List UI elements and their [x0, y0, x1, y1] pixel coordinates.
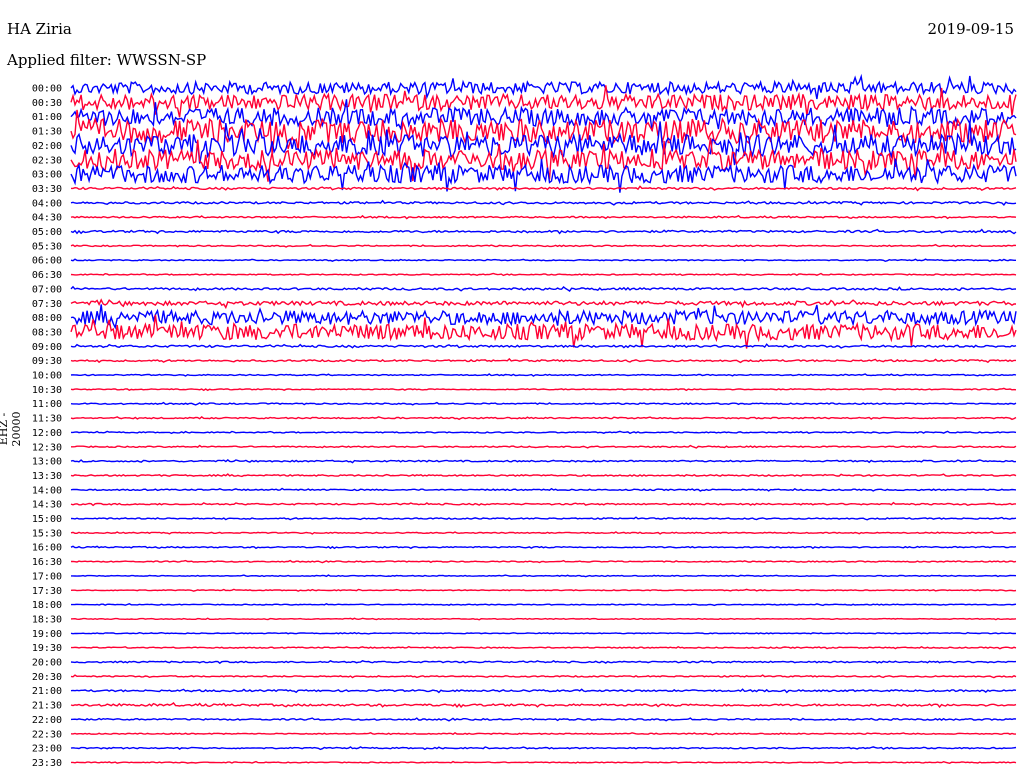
trace-1800: [71, 603, 1017, 607]
row-label: 02:00: [32, 141, 62, 152]
row-label: 09:30: [32, 356, 62, 367]
trace-0700: [70, 285, 1017, 292]
trace-1300: [70, 459, 1017, 464]
row-label: 00:00: [32, 84, 62, 95]
row-label: 11:30: [32, 414, 62, 425]
row-label: 02:30: [32, 155, 62, 166]
row-label: 16:00: [32, 543, 62, 554]
row-label: 04:00: [32, 198, 62, 209]
trace-1930: [71, 645, 1017, 650]
row-label: 14:00: [32, 485, 62, 496]
row-label: 23:00: [32, 744, 62, 755]
trace-2100: [70, 688, 1017, 694]
row-label: 18:30: [32, 614, 62, 625]
trace-1400: [70, 487, 1017, 492]
trace-1130: [70, 416, 1017, 421]
helicorder-plot: 00:00 00:30 01:00 01:30 02:00 02:30 03:00 03:30…: [32, 73, 1017, 769]
trace-1430: [70, 501, 1016, 507]
row-label: 12:30: [32, 442, 62, 453]
row-label: 04:30: [32, 213, 62, 224]
row-label: 01:00: [32, 112, 62, 123]
row-label: 18:00: [32, 600, 62, 611]
row-label: 16:30: [32, 557, 62, 568]
row-label: 03:30: [32, 184, 62, 195]
row-label: 09:00: [32, 342, 62, 353]
row-label: 11:00: [32, 399, 62, 410]
row-label: 19:30: [32, 643, 62, 654]
trace-1100: [70, 401, 1017, 406]
row-label: 05:00: [32, 227, 62, 238]
trace-0330: [71, 185, 1017, 192]
row-label: 06:00: [32, 256, 62, 267]
trace-1530: [70, 531, 1017, 535]
row-label: 23:30: [32, 758, 62, 769]
trace-1830: [70, 617, 1017, 621]
trace-0530: [70, 243, 1017, 248]
trace-1630: [70, 559, 1017, 564]
trace-2230: [70, 731, 1016, 736]
trace-2130: [70, 702, 1017, 709]
trace-2000: [70, 659, 1017, 665]
row-label: 03:00: [32, 170, 62, 181]
trace-1030: [70, 387, 1017, 392]
trace-1730: [70, 588, 1017, 592]
row-label: 13:30: [32, 471, 62, 482]
row-label: 15:00: [32, 514, 62, 525]
trace-1330: [70, 473, 1017, 478]
trace-0430: [70, 214, 1017, 220]
trace-0500: [70, 228, 1017, 235]
trace-0600: [70, 258, 1016, 263]
row-label: 17:30: [32, 586, 62, 597]
trace-1500: [70, 516, 1017, 521]
trace-2330: [71, 760, 1017, 765]
trace-0900: [70, 343, 1017, 349]
row-label: 20:00: [32, 658, 62, 669]
row-label: 08:00: [32, 313, 62, 324]
row-label: 13:00: [32, 457, 62, 468]
trace-1000: [70, 373, 1017, 377]
trace-0400: [70, 199, 1017, 206]
row-label: 01:30: [32, 127, 62, 138]
trace-1230: [71, 444, 1017, 449]
row-label: 07:00: [32, 284, 62, 295]
row-label: 22:30: [32, 729, 62, 740]
trace-0930: [70, 357, 1016, 364]
trace-0630: [70, 272, 1017, 277]
trace-2200: [70, 717, 1017, 722]
trace-0730: [70, 298, 1016, 310]
trace-1600: [70, 545, 1017, 550]
trace-1700: [71, 574, 1017, 578]
row-label: 22:00: [32, 715, 62, 726]
trace-2300: [70, 746, 1017, 751]
row-label: 19:00: [32, 629, 62, 640]
row-label: 20:30: [32, 672, 62, 683]
row-label: 08:30: [32, 327, 62, 338]
row-label: 10:00: [32, 371, 62, 382]
row-label: 12:00: [32, 428, 62, 439]
row-label: 17:00: [32, 571, 62, 582]
row-label: 00:30: [32, 98, 62, 109]
row-label: 07:30: [32, 299, 62, 310]
trace-1200: [71, 430, 1017, 435]
trace-1900: [70, 631, 1017, 635]
row-label: 15:30: [32, 528, 62, 539]
row-label: 14:30: [32, 500, 62, 511]
row-label: 06:30: [32, 270, 62, 281]
row-label: 21:30: [32, 701, 62, 712]
trace-2030: [70, 674, 1017, 679]
row-label: 05:30: [32, 241, 62, 252]
row-label: 21:00: [32, 686, 62, 697]
trace-0000: [70, 73, 1017, 100]
row-label: 10:30: [32, 385, 62, 396]
